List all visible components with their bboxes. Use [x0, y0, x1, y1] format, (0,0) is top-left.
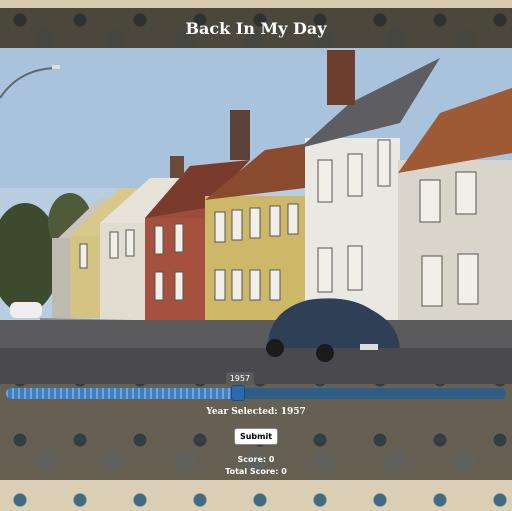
year-slider-thumb[interactable] — [230, 385, 245, 401]
submit-button[interactable]: Submit — [234, 428, 278, 445]
score-label: Score: 0 — [237, 455, 275, 464]
top-decoration-strip — [0, 0, 512, 8]
year-slider-tooltip: 1957 — [225, 372, 255, 385]
year-selected-label: Year Selected: 1957 — [206, 407, 306, 417]
page-title: Back In My Day — [185, 18, 327, 38]
total-score-label: Total Score: 0 — [225, 467, 287, 476]
page-header: Back In My Day — [0, 8, 512, 48]
year-slider-fill — [6, 388, 238, 399]
street-scene-photo — [0, 48, 512, 384]
